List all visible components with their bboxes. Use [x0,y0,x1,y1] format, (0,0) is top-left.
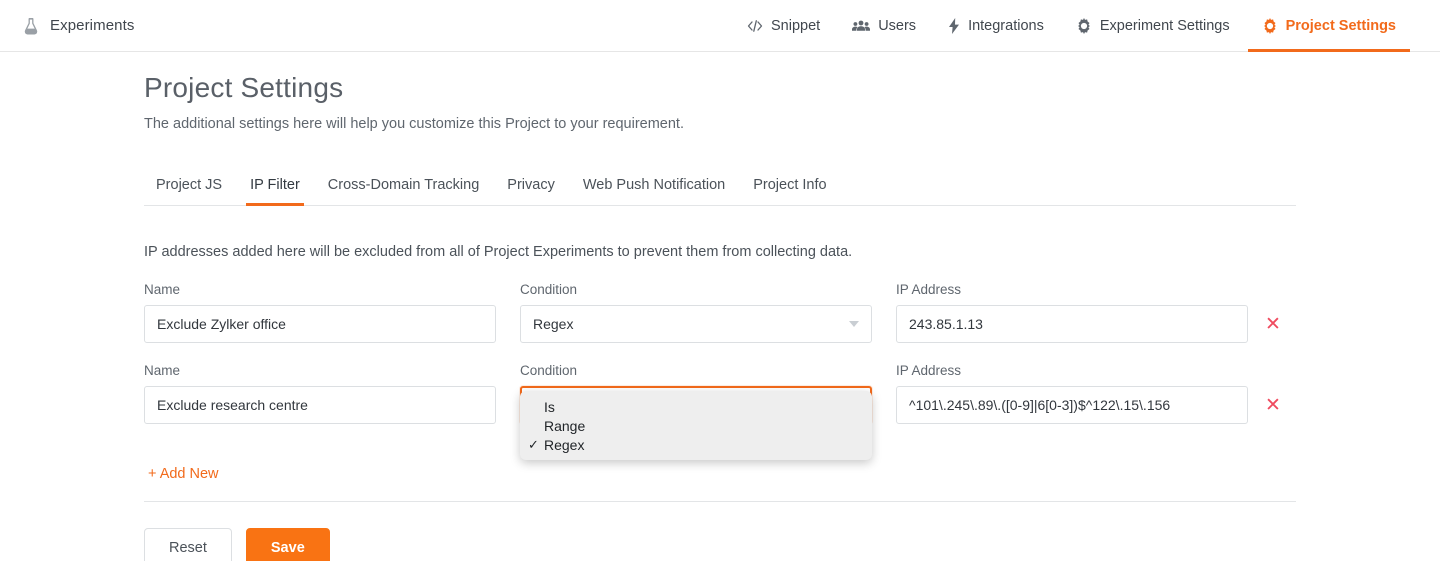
remove-row-button[interactable]: ✕ [1256,388,1290,422]
gear-icon [1262,17,1278,34]
condition-select[interactable]: Regex [520,305,872,343]
condition-label: Condition [520,282,578,297]
tab-web-push-notification[interactable]: Web Push Notification [569,177,739,205]
name-field-group: Name [144,282,496,343]
name-label: Name [144,363,181,378]
page-subtitle: The additional settings here will help y… [144,116,684,132]
content-container: Project Settings The additional settings… [144,72,1296,561]
nav-item-label: Snippet [771,17,821,34]
brand-label: Experiments [50,17,135,34]
close-icon: ✕ [1265,394,1281,416]
nav-item-project-settings[interactable]: Project Settings [1246,0,1412,52]
flask-icon [22,16,40,36]
tab-ip-filter[interactable]: IP Filter [236,177,314,206]
section-divider [144,501,1296,502]
condition-label: Condition [520,363,578,378]
brand-experiments[interactable]: Experiments [22,16,134,36]
dropdown-option-range[interactable]: Range [520,416,872,435]
tab-project-info[interactable]: Project Info [739,177,840,205]
ip-address-label: IP Address [896,282,962,297]
dropdown-option-label: Range [544,417,586,434]
name-input[interactable] [144,305,496,343]
bolt-icon [948,17,960,34]
nav-item-integrations[interactable]: Integrations [932,0,1060,52]
nav-item-snippet[interactable]: Snippet [731,0,836,52]
dropdown-option-regex[interactable]: ✓ Regex [520,435,872,454]
nav-item-users[interactable]: Users [836,0,932,52]
dropdown-option-label: Is [544,398,555,415]
dropdown-option-label: Regex [544,436,585,453]
condition-selected-value: Regex [533,316,574,332]
settings-tabs: Project JS IP Filter Cross-Domain Tracki… [144,166,1296,206]
ip-address-input[interactable] [896,305,1248,343]
name-field-group: Name [144,363,496,424]
page-title: Project Settings [144,72,344,103]
top-navigation-bar: Experiments Snippet Users Integrations E… [0,0,1440,52]
nav-item-label: Project Settings [1285,17,1396,34]
name-label: Name [144,282,181,297]
ip-filter-description: IP addresses added here will be excluded… [144,244,853,260]
remove-row-button[interactable]: ✕ [1256,307,1290,341]
ip-address-field-group: IP Address [896,363,1248,424]
ip-address-label: IP Address [896,363,962,378]
chevron-down-icon [849,321,859,327]
ip-address-input[interactable] [896,386,1248,424]
tab-cross-domain-tracking[interactable]: Cross-Domain Tracking [314,177,494,205]
users-icon [852,19,871,33]
check-icon: ✓ [528,436,539,452]
tab-privacy[interactable]: Privacy [493,177,569,205]
condition-field-group: Condition Regex Is Range [520,363,872,460]
reset-button[interactable]: Reset [144,528,232,561]
nav-item-label: Experiment Settings [1099,17,1230,34]
ip-filter-row: Name Condition Regex IP Address ✕ [144,282,1296,343]
condition-field-group: Condition Regex [520,282,872,343]
condition-dropdown-menu: Is Range ✓ Regex [520,391,872,460]
nav-item-experiment-settings[interactable]: Experiment Settings [1060,0,1246,52]
name-input[interactable] [144,386,496,424]
save-button[interactable]: Save [245,528,330,561]
close-icon: ✕ [1265,313,1281,335]
gear-icon [1076,17,1092,34]
page-body: Project Settings The additional settings… [0,52,1440,561]
add-new-link[interactable]: + Add New [148,466,219,482]
form-actions: Reset Save [144,528,1296,561]
primary-nav: Snippet Users Integrations Experiment Se… [731,0,1440,52]
nav-item-label: Integrations [968,17,1044,34]
tab-project-js[interactable]: Project JS [144,177,236,205]
dropdown-option-is[interactable]: Is [520,397,872,416]
ip-filter-row: Name Condition Regex Is Ran [144,363,1296,460]
nav-item-label: Users [878,17,917,34]
ip-address-field-group: IP Address [896,282,1248,343]
code-icon [747,19,763,33]
